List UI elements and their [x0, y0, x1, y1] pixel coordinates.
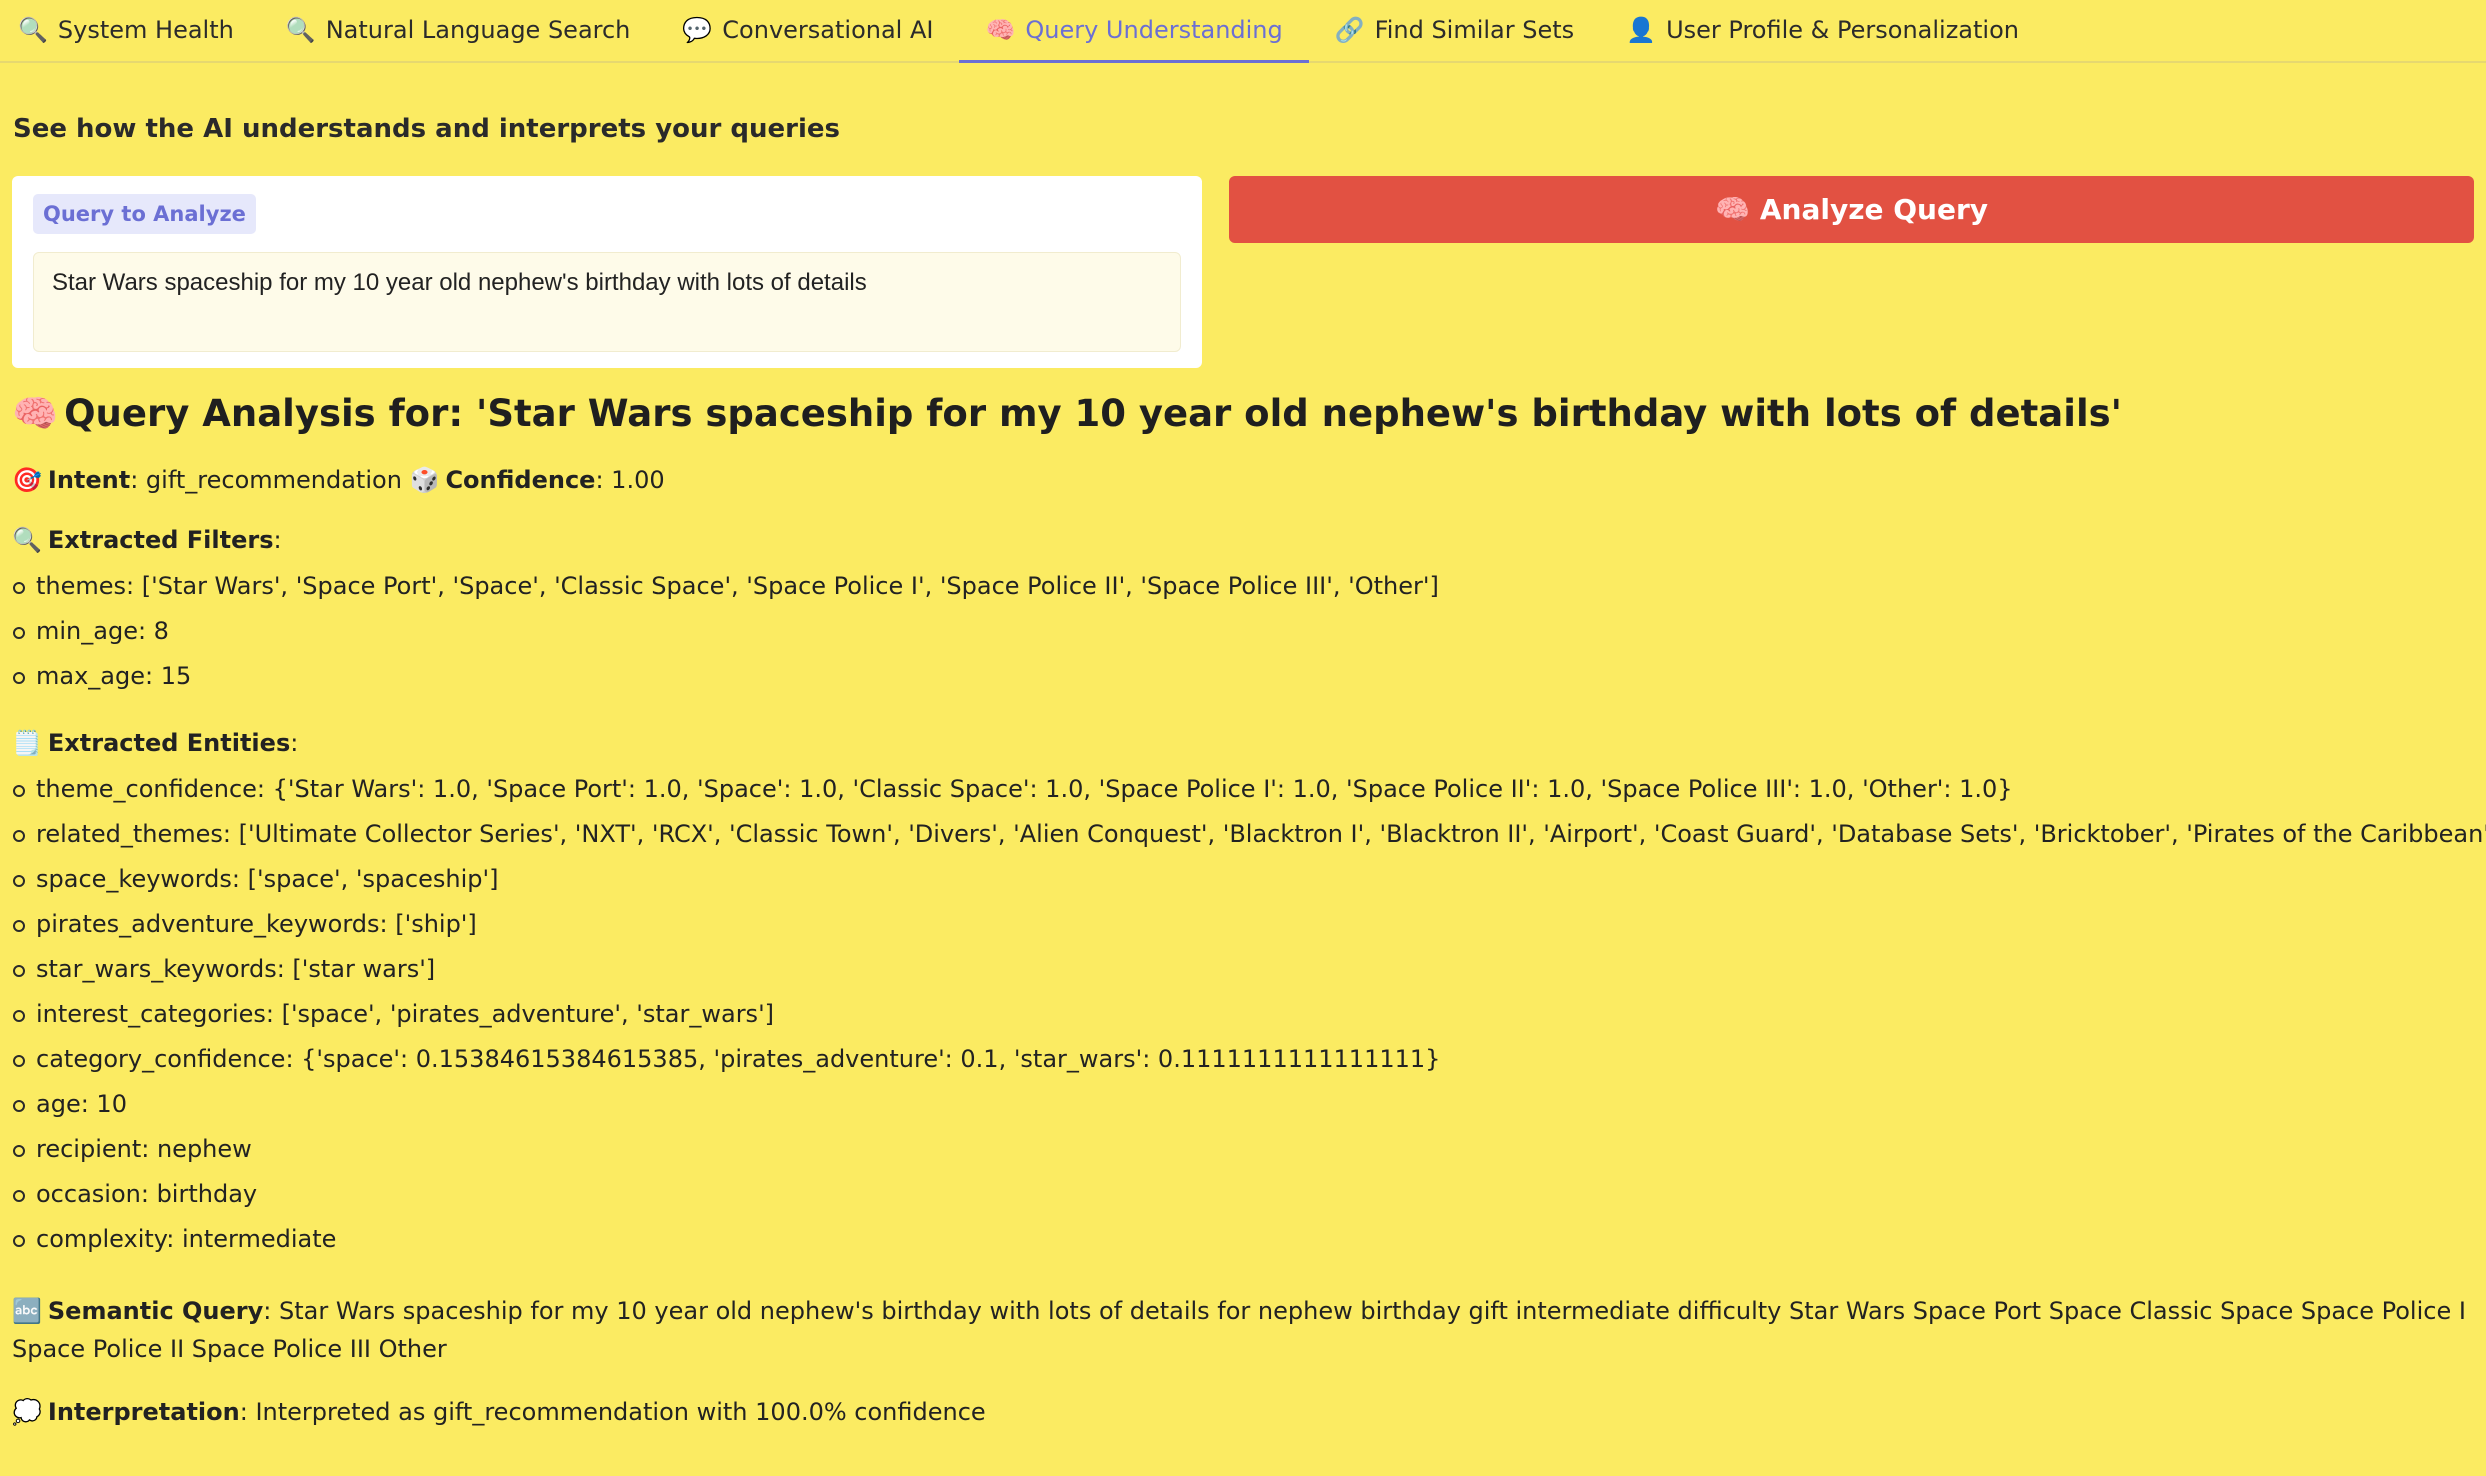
- filters-heading: 🔍 Extracted Filters:: [12, 526, 282, 554]
- tab-label: User Profile & Personalization: [1666, 15, 2019, 44]
- semantic-label: Semantic Query: [47, 1297, 264, 1325]
- entities-heading: 🗒️ Extracted Entities:: [12, 729, 299, 757]
- target-icon: 🎯: [12, 466, 42, 494]
- list-item: recipient: nephew: [12, 1127, 2474, 1172]
- interpretation-label: Interpretation: [47, 1398, 240, 1426]
- analyze-query-button[interactable]: 🧠 Analyze Query: [1229, 176, 2474, 243]
- tab-label: Conversational AI: [722, 15, 934, 44]
- list-item: related_themes: ['Ultimate Collector Ser…: [12, 812, 2486, 857]
- analysis-title: 🧠 Query Analysis for: 'Star Wars spaceshi…: [12, 392, 2474, 436]
- tab-system-health[interactable]: 🔍 System Health: [0, 0, 260, 61]
- list-item: theme_confidence: {'Star Wars': 1.0, 'Sp…: [12, 767, 2474, 812]
- confidence-value: : 1.00: [595, 466, 665, 494]
- interpretation-line: 💭 Interpretation: Interpreted as gift_rec…: [12, 1396, 2474, 1428]
- search-icon: 🔍: [18, 15, 48, 44]
- brain-icon: 🧠: [12, 392, 59, 435]
- intent-label: Intent: [47, 466, 131, 494]
- user-icon: 👤: [1626, 15, 1657, 44]
- list-item: category_confidence: {'space': 0.1538461…: [12, 1037, 2474, 1082]
- list-item: interest_categories: ['space', 'pirates_…: [12, 992, 2474, 1037]
- analysis-title-text: Query Analysis for: 'Star Wars spaceship…: [64, 392, 2122, 435]
- tab-label: Query Understanding: [1025, 15, 1283, 44]
- list-item: pirates_adventure_keywords: ['ship']: [12, 902, 2474, 947]
- tab-label: Find Similar Sets: [1374, 15, 1575, 44]
- analyze-button-label: Analyze Query: [1759, 193, 1989, 226]
- confidence-label: Confidence: [445, 466, 596, 494]
- intent-line: 🎯 Intent: gift_recommendation 🎲 Confidence…: [12, 464, 2474, 496]
- abc-icon: 🔤: [12, 1297, 42, 1325]
- speech-bubble-icon: 💬: [682, 15, 713, 44]
- page-subtitle: See how the AI understands and interpret…: [13, 114, 840, 144]
- list-item: min_age: 8: [12, 609, 2474, 654]
- semantic-query-line: 🔤 Semantic Query: Star Wars spaceship for…: [12, 1292, 2474, 1368]
- notepad-icon: 🗒️: [12, 729, 42, 757]
- query-input[interactable]: Star Wars spaceship for my 10 year old n…: [33, 252, 1181, 352]
- list-item: star_wars_keywords: ['star wars']: [12, 947, 2474, 992]
- tab-query-understanding[interactable]: 🧠 Query Understanding: [959, 0, 1310, 63]
- search-icon: 🔍: [285, 15, 316, 44]
- list-item: space_keywords: ['space', 'spaceship']: [12, 857, 2474, 902]
- brain-icon: 🧠: [1714, 193, 1750, 226]
- list-item: themes: ['Star Wars', 'Space Port', 'Spa…: [12, 564, 2474, 609]
- entities-list: theme_confidence: {'Star Wars': 1.0, 'Sp…: [12, 767, 2486, 1262]
- tab-bar: 🔍 System Health 🔍 Natural Language Searc…: [0, 0, 2486, 63]
- list-item: age: 10: [12, 1082, 2474, 1127]
- intent-value: : gift_recommendation: [130, 466, 402, 494]
- tab-label: Natural Language Search: [325, 15, 631, 44]
- list-item: occasion: birthday: [12, 1172, 2474, 1217]
- analysis-results: 🧠 Query Analysis for: 'Star Wars spaceshi…: [12, 392, 2486, 1428]
- link-icon: 🔗: [1334, 15, 1365, 44]
- brain-icon: 🧠: [985, 15, 1016, 44]
- dice-icon: 🎲: [409, 466, 440, 494]
- tab-user-profile[interactable]: 👤 User Profile & Personalization: [1600, 0, 2045, 61]
- interpretation-value: : Interpreted as gift_recommendation wit…: [239, 1398, 986, 1426]
- search-icon: 🔍: [12, 526, 42, 554]
- semantic-value: : Star Wars spaceship for my 10 year old…: [12, 1297, 2466, 1363]
- filters-label: Extracted Filters: [47, 526, 274, 554]
- entities-label: Extracted Entities: [47, 729, 291, 757]
- tab-natural-language-search[interactable]: 🔍 Natural Language Search: [260, 0, 657, 61]
- tab-conversational-ai[interactable]: 💬 Conversational AI: [656, 0, 959, 61]
- thought-bubble-icon: 💭: [12, 1398, 42, 1426]
- query-panel: Query to Analyze Star Wars spaceship for…: [12, 176, 1202, 368]
- query-label: Query to Analyze: [33, 194, 256, 234]
- tab-label: System Health: [57, 15, 234, 44]
- filters-list: themes: ['Star Wars', 'Space Port', 'Spa…: [12, 564, 2474, 699]
- list-item: complexity: intermediate: [12, 1217, 2474, 1262]
- list-item: max_age: 15: [12, 654, 2474, 699]
- tab-find-similar-sets[interactable]: 🔗 Find Similar Sets: [1309, 0, 1600, 61]
